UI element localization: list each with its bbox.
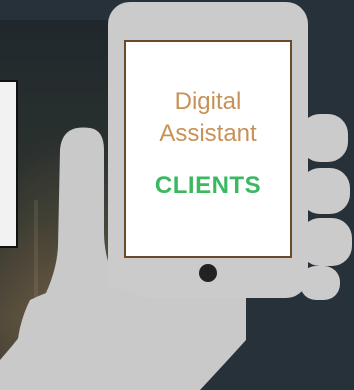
home-button-icon bbox=[199, 264, 217, 282]
finger-3 bbox=[300, 218, 352, 266]
finger-1 bbox=[300, 114, 348, 162]
phone-screen: Digital Assistant CLIENTS bbox=[124, 40, 292, 258]
screen-title: Digital Assistant bbox=[159, 88, 257, 147]
finger-2 bbox=[300, 168, 350, 214]
graphic-stage: Digital Assistant CLIENTS bbox=[0, 0, 354, 390]
screen-label: CLIENTS bbox=[154, 172, 262, 199]
finger-4 bbox=[300, 266, 340, 300]
